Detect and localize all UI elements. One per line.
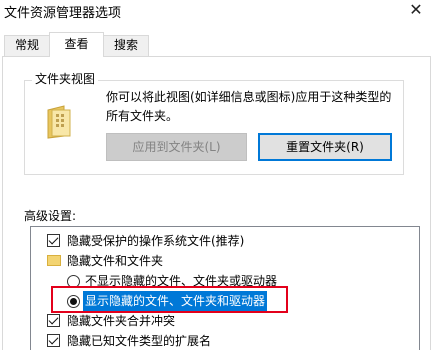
folder-views-description: 你可以将此视图(如详细信息或图标)应用于这种类型的所有文件夹。 (106, 90, 392, 123)
option-hide-merge-conflicts: 隐藏文件夹合并冲突 (67, 314, 176, 328)
window-title: 文件资源管理器选项 (4, 6, 122, 21)
tab-general[interactable]: 常规 (4, 35, 50, 56)
tab-view[interactable]: 查看 (49, 32, 104, 57)
apply-to-folders-button[interactable]: 应用到文件夹(L) (106, 133, 247, 161)
close-icon[interactable]: ✕ (405, 0, 427, 22)
option-hide-protected-files: 隐藏受保护的操作系统文件(推荐) (67, 234, 245, 248)
tab-strip: 常规 查看 搜索 (0, 30, 433, 58)
folder-icon (47, 255, 61, 266)
option-hide-extensions: 隐藏已知文件类型的扩展名 (67, 334, 212, 348)
group-hidden-files: 隐藏文件和文件夹 (67, 254, 164, 268)
folder-views-label: 文件夹视图 (32, 70, 99, 87)
reset-folders-button[interactable]: 重置文件夹(R) (258, 133, 392, 161)
tab-search[interactable]: 搜索 (103, 35, 149, 56)
advanced-settings-label: 高级设置: (24, 209, 77, 223)
folder-views-icon (44, 104, 74, 143)
explorer-options-window: 文件资源管理器选项 ✕ 常规 查看 搜索 文件夹视图 你可以将此视图(如详细信息… (0, 0, 433, 350)
checkbox-icon[interactable] (47, 334, 60, 347)
checkbox-icon[interactable] (47, 314, 60, 327)
checkbox-icon[interactable] (47, 234, 60, 247)
title-bar: 文件资源管理器选项 ✕ (0, 0, 433, 26)
annotation-highlight-box (51, 286, 288, 313)
